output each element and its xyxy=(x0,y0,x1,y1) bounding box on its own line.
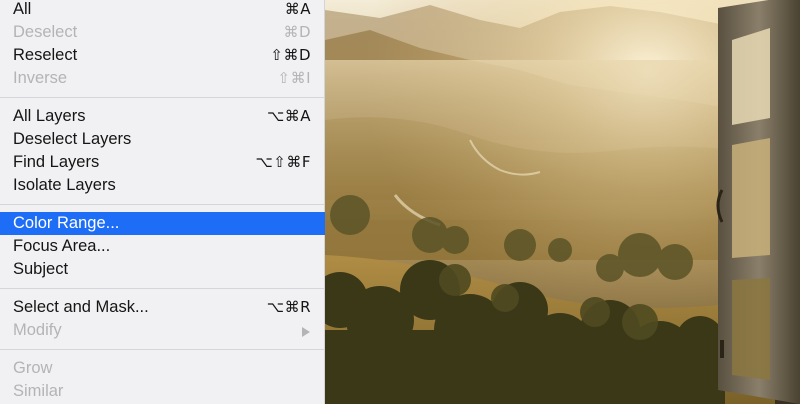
menu-item-similar[interactable]: Similar xyxy=(0,380,325,403)
menu-item-shortcut: ⇧⌘I xyxy=(277,69,311,87)
menu-item-all-layers[interactable]: All Layers ⌥⌘A xyxy=(0,105,325,128)
app-window: All ⌘A Deselect ⌘D Reselect ⇧⌘D Inverse … xyxy=(0,0,800,404)
menu-separator xyxy=(0,349,325,350)
menu-item-label: Find Layers xyxy=(13,153,100,171)
menu-item-label: Subject xyxy=(13,260,69,278)
menu-item-label: Similar xyxy=(13,382,64,400)
menu-item-label: All Layers xyxy=(13,107,86,125)
menu-item-grow[interactable]: Grow xyxy=(0,357,325,380)
menu-item-inverse[interactable]: Inverse ⇧⌘I xyxy=(0,67,325,90)
menu-item-shortcut: ⌥⌘A xyxy=(266,107,311,125)
menu-item-modify[interactable]: Modify xyxy=(0,319,325,342)
menu-item-label: Deselect Layers xyxy=(13,130,132,148)
menu-item-deselect[interactable]: Deselect ⌘D xyxy=(0,21,325,44)
menu-item-shortcut: ⇧⌘D xyxy=(270,46,311,64)
menu-item-label: All xyxy=(13,0,32,18)
menu-item-label: Color Range... xyxy=(13,214,120,232)
menu-item-label: Select and Mask... xyxy=(13,298,149,316)
menu-item-label: Focus Area... xyxy=(13,237,111,255)
menu-separator xyxy=(0,97,325,98)
menu-item-reselect[interactable]: Reselect ⇧⌘D xyxy=(0,44,325,67)
menu-item-shortcut: ⌥⇧⌘F xyxy=(255,153,311,171)
menu-item-label: Isolate Layers xyxy=(13,176,116,194)
menu-item-color-range[interactable]: Color Range... xyxy=(0,212,325,235)
menu-item-shortcut: ⌥⌘R xyxy=(266,298,311,316)
menu-item-all[interactable]: All ⌘A xyxy=(0,0,325,21)
menu-separator xyxy=(0,204,325,205)
menu-item-label: Deselect xyxy=(13,23,78,41)
chevron-right-icon xyxy=(302,327,310,337)
menu-item-find-layers[interactable]: Find Layers ⌥⇧⌘F xyxy=(0,151,325,174)
menu-item-deselect-layers[interactable]: Deselect Layers xyxy=(0,128,325,151)
menu-item-label: Reselect xyxy=(13,46,78,64)
menu-item-select-and-mask[interactable]: Select and Mask... ⌥⌘R xyxy=(0,296,325,319)
window-frame xyxy=(716,0,800,404)
menu-item-shortcut: ⌘A xyxy=(284,0,311,18)
menu-item-focus-area[interactable]: Focus Area... xyxy=(0,235,325,258)
menu-item-label: Modify xyxy=(13,321,62,339)
select-menu: All ⌘A Deselect ⌘D Reselect ⇧⌘D Inverse … xyxy=(0,0,325,404)
menu-item-subject[interactable]: Subject xyxy=(0,258,325,281)
menu-item-label: Inverse xyxy=(13,69,68,87)
menu-separator xyxy=(0,288,325,289)
menu-item-isolate-layers[interactable]: Isolate Layers xyxy=(0,174,325,197)
menu-item-shortcut: ⌘D xyxy=(283,23,311,41)
menu-item-label: Grow xyxy=(13,359,53,377)
